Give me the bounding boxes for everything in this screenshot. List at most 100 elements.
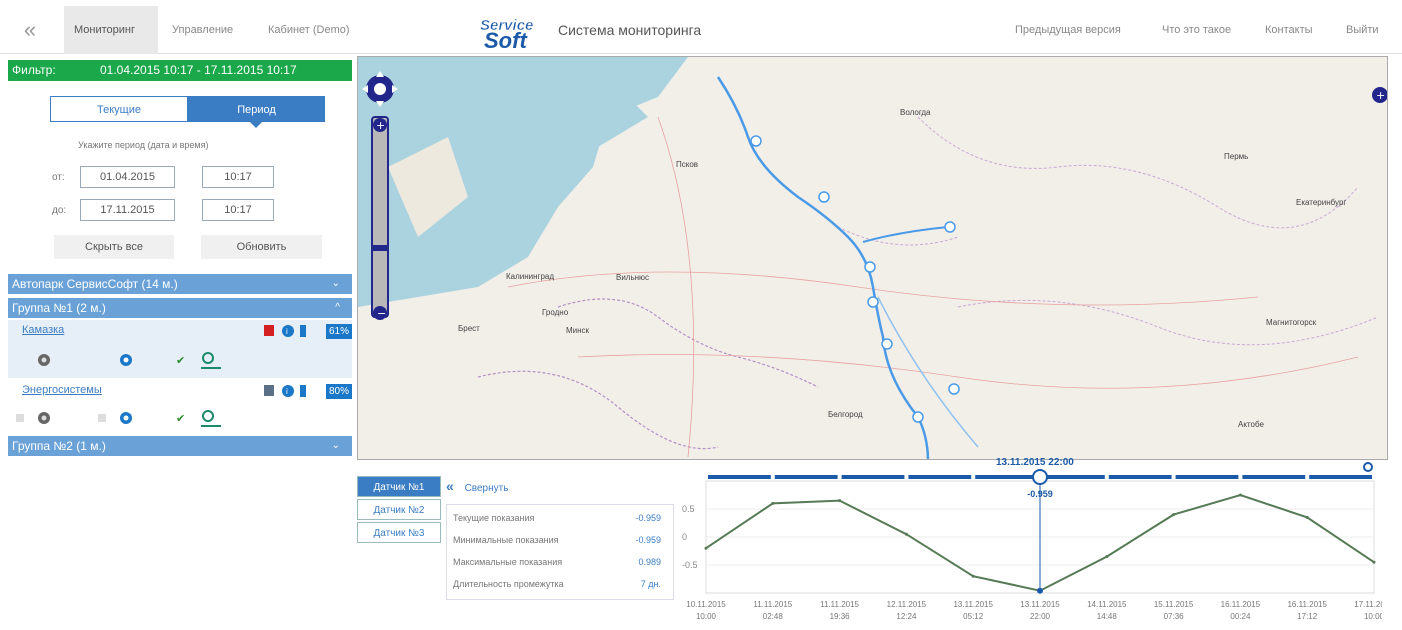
to-date-field[interactable]: 17.11.2015 — [80, 199, 175, 221]
slider-tick[interactable] — [1372, 475, 1376, 479]
stat-row: Максимальные показания 0.989 — [453, 557, 669, 579]
sensor-chart[interactable]: 13.11.2015 22:00 0.5 0 -0.5 10.11.2015 10:00… — [680, 455, 1394, 627]
device-status-icons: i — [264, 325, 306, 337]
map-label: Минск — [566, 326, 590, 335]
svg-text:+: + — [1376, 89, 1385, 102]
x-tick-label: 16.11.2015 — [1221, 600, 1261, 609]
from-time-field[interactable]: 10:17 — [202, 166, 274, 188]
data-point — [1105, 555, 1109, 559]
data-point — [1238, 493, 1242, 497]
zoom-handle[interactable] — [372, 245, 388, 251]
svg-text:✔: ✔ — [176, 354, 185, 367]
time-slider-handle[interactable] — [1032, 469, 1048, 485]
slider-tick[interactable] — [770, 475, 775, 479]
group-2[interactable]: Группа №2 (1 м.) ⌄ — [8, 436, 352, 456]
from-date-field[interactable]: 01.04.2015 — [80, 166, 175, 188]
sensor-stats: Текущие показания -0.959 Минимальные пок… — [446, 504, 674, 600]
chart-canvas[interactable]: 13.11.2015 22:00 0.5 0 -0.5 10.11.2015 10:00… — [680, 455, 1394, 627]
tab-current[interactable]: Текущие — [50, 96, 188, 122]
map-label: Екатеринбург — [1296, 198, 1346, 207]
period-hint: Укажите период (дата и время) — [78, 140, 209, 150]
tab-monitoring[interactable]: Мониторинг — [64, 6, 158, 54]
x-tick-label: 05:12 — [963, 612, 984, 621]
x-tick-label: 14:48 — [1097, 612, 1118, 621]
chevron-down-icon: ⌄ — [331, 278, 340, 289]
x-tick-label: 10.11.2015 — [686, 600, 726, 609]
device-name[interactable]: Энергосистемы — [22, 384, 102, 396]
double-chevron-left-icon: « — [446, 478, 454, 494]
cursor-value: -0.959 — [1027, 489, 1053, 499]
data-point — [704, 546, 708, 550]
device-controls[interactable]: ✔ — [12, 408, 226, 430]
collapse-label: Свернуть — [464, 483, 509, 494]
link-logout[interactable]: Выйти — [1346, 6, 1379, 54]
slider-tick[interactable] — [837, 475, 842, 479]
y-tick-label: 0 — [682, 532, 687, 542]
map-zoom-slider[interactable] — [371, 116, 389, 318]
tab-cabinet[interactable]: Кабинет (Demo) — [258, 6, 360, 54]
tab-management[interactable]: Управление — [162, 6, 243, 54]
data-point — [771, 501, 775, 505]
svg-text:−: − — [377, 307, 386, 320]
map-canvas[interactable]: Вологда Пермь Екатеринбург Псков Калинин… — [358, 57, 1388, 460]
data-point — [1305, 515, 1309, 519]
data-point — [904, 532, 908, 536]
map-label: Гродно — [542, 308, 569, 317]
filter-bar[interactable]: Фильтр: 01.04.2015 10:17 - 17.11.2015 10… — [8, 60, 352, 81]
map-view[interactable]: Вологда Пермь Екатеринбург Псков Калинин… — [357, 56, 1388, 460]
tab-sensor-2[interactable]: Датчик №2 — [357, 499, 441, 520]
x-tick-label: 14.11.2015 — [1087, 600, 1127, 609]
link-contacts[interactable]: Контакты — [1265, 6, 1313, 54]
slider-tick[interactable] — [971, 475, 976, 479]
x-tick-label: 17.11.2015 — [1354, 600, 1382, 609]
stat-row: Минимальные показания -0.959 — [453, 535, 669, 557]
to-label: до: — [52, 205, 67, 216]
x-tick-label: 12:24 — [896, 612, 917, 621]
svg-text:✔: ✔ — [176, 412, 185, 425]
slider-timestamp: 13.11.2015 22:00 — [996, 457, 1074, 468]
data-point — [971, 574, 975, 578]
slider-tick[interactable] — [1238, 475, 1243, 479]
to-time-field[interactable]: 10:17 — [202, 199, 274, 221]
x-tick-label: 02:48 — [763, 612, 784, 621]
from-label: от: — [52, 172, 65, 183]
data-point — [838, 499, 842, 503]
data-point — [1372, 560, 1376, 564]
group-1[interactable]: Группа №1 (2 м.) ^ — [8, 298, 352, 318]
settings-icon[interactable] — [1363, 462, 1373, 472]
active-tab-pointer — [249, 121, 263, 128]
refresh-button[interactable]: Обновить — [201, 235, 322, 259]
stat-value: 7 дн. — [640, 579, 661, 589]
list-item-device[interactable]: Камазка i 61% ✔ — [8, 320, 352, 378]
x-tick-label: 00:24 — [1230, 612, 1251, 621]
device-name[interactable]: Камазка — [22, 324, 64, 336]
tab-sensor-3[interactable]: Датчик №3 — [357, 522, 441, 543]
stat-row: Длительность промежутка 7 дн. — [453, 579, 669, 601]
slider-tick[interactable] — [704, 475, 708, 479]
x-tick-label: 10:00 — [696, 612, 717, 621]
link-previous-version[interactable]: Предыдущая версия — [1015, 6, 1121, 54]
tab-period[interactable]: Период — [188, 96, 325, 122]
stat-value: -0.959 — [635, 513, 661, 523]
hide-all-button[interactable]: Скрыть все — [54, 235, 174, 259]
filter-label: Фильтр: — [12, 63, 56, 77]
group-autopark[interactable]: Автопарк СервисСофт (14 м.) ⌄ — [8, 274, 352, 294]
map-label: Вологда — [900, 108, 931, 117]
link-what-is-this[interactable]: Что это такое — [1162, 6, 1231, 54]
slider-tick[interactable] — [904, 475, 909, 479]
tab-sensor-1[interactable]: Датчик №1 — [357, 476, 441, 497]
slider-tick[interactable] — [1305, 475, 1310, 479]
x-tick-label: 11.11.2015 — [820, 600, 859, 609]
map-label: Актобе — [1238, 420, 1264, 429]
list-item-device[interactable]: Энергосистемы i 80% ✔ — [8, 380, 352, 438]
slider-tick[interactable] — [1171, 475, 1176, 479]
group-2-label: Группа №2 (1 м.) — [12, 439, 106, 453]
x-tick-label: 17:12 — [1297, 612, 1318, 621]
collapse-button[interactable]: « Свернуть — [446, 478, 508, 494]
device-controls[interactable]: ✔ — [26, 350, 226, 372]
double-chevron-left-icon[interactable]: « — [10, 16, 50, 44]
app-title: Система мониторинга — [558, 22, 702, 38]
map-label: Белгород — [828, 410, 863, 419]
x-tick-label: 19:36 — [830, 612, 851, 621]
slider-tick[interactable] — [1104, 475, 1109, 479]
